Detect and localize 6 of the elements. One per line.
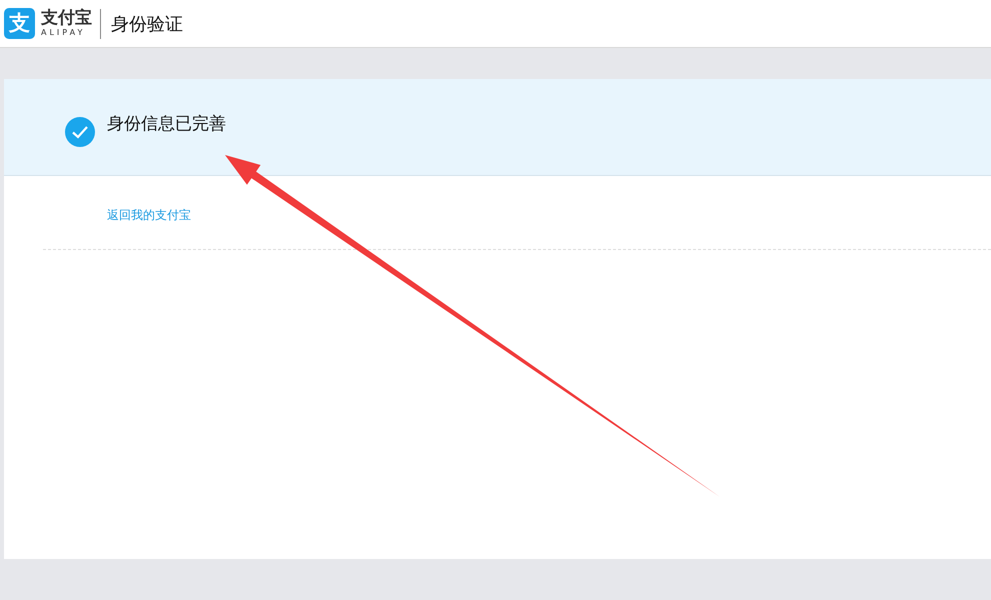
logo-icon: 支 — [4, 8, 35, 39]
brand-latin-name: ALIPAY — [41, 28, 86, 38]
page-title: 身份验证 — [111, 12, 183, 36]
brand-name: 支付宝 — [41, 9, 92, 28]
status-message: 身份信息已完善 — [107, 112, 226, 134]
back-link[interactable]: 返回我的支付宝 — [107, 208, 191, 222]
